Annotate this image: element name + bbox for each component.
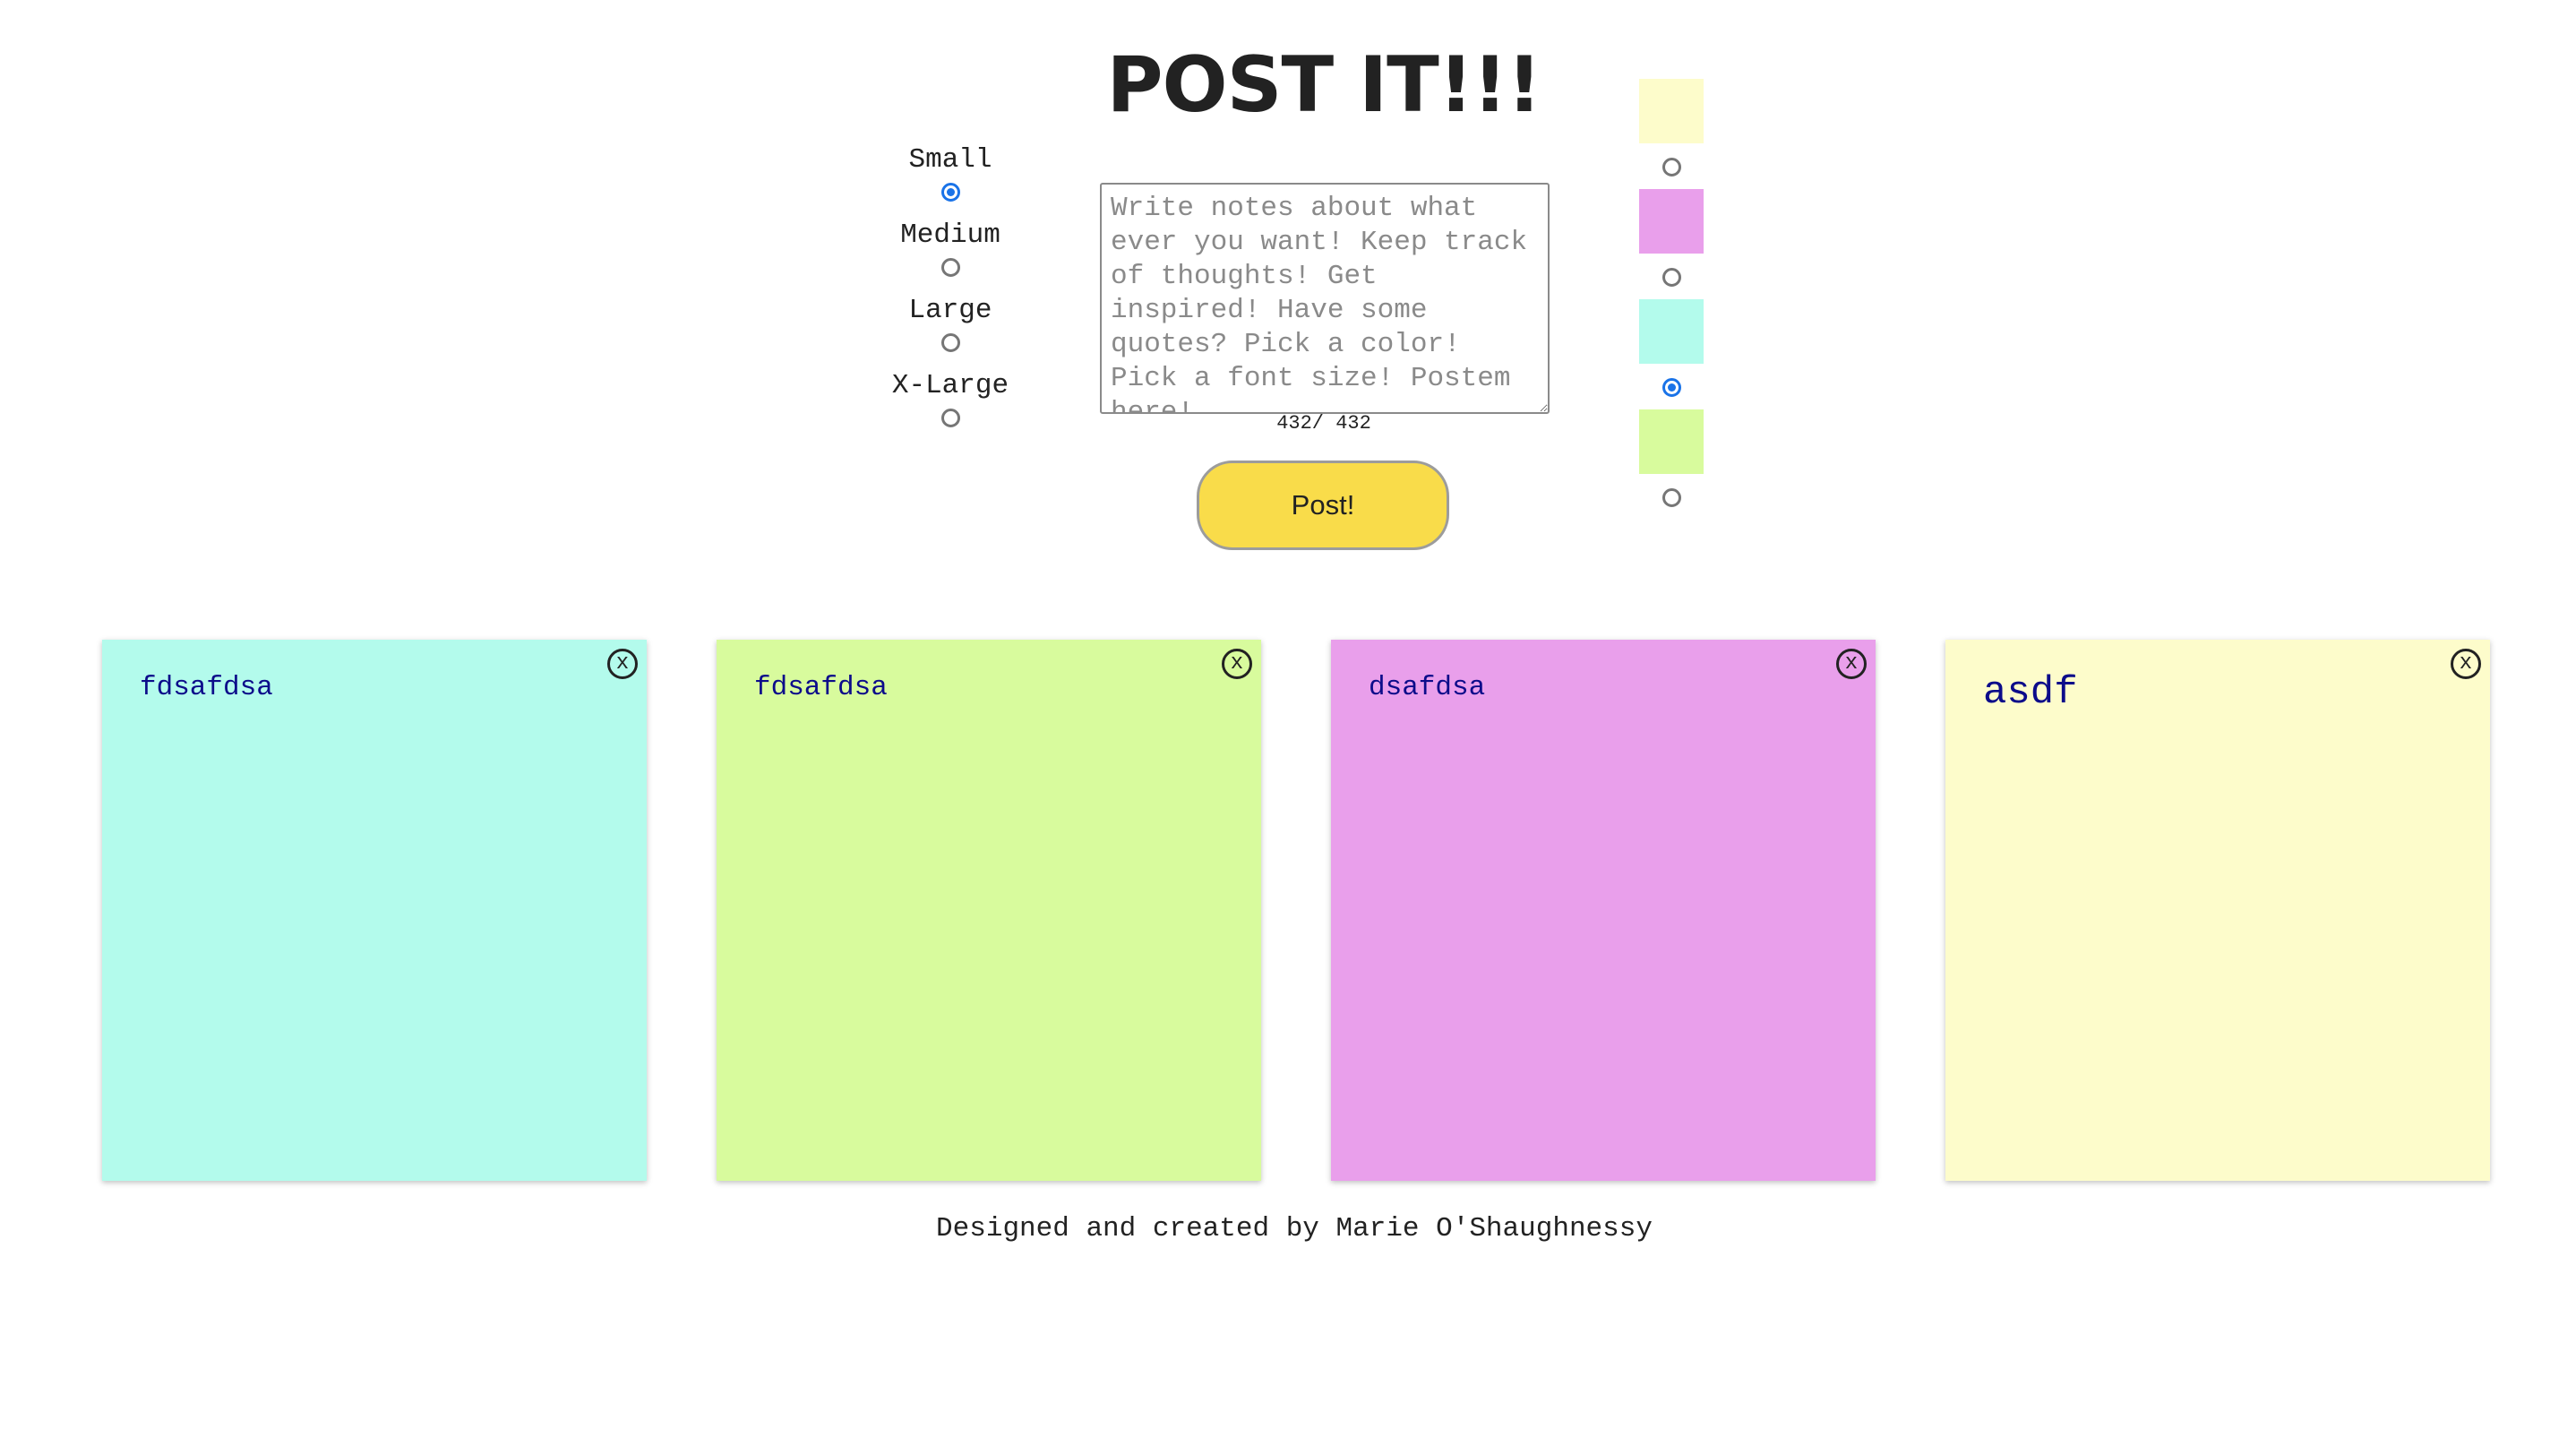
color-radio-pink[interactable] [1662, 268, 1681, 287]
size-label-small: Small [908, 144, 992, 176]
post-button[interactable]: Post! [1197, 461, 1449, 550]
sticky-note: asdf x [1945, 640, 2490, 1181]
sticky-note: dsafdsa x [1331, 640, 1876, 1181]
color-option-yellow [1636, 79, 1707, 189]
size-label-large: Large [908, 295, 992, 326]
size-option-large: Large [856, 294, 1044, 369]
notes-board: fdsafdsa x fdsafdsa x dsafdsa x asdf x [102, 640, 2490, 1186]
note-text: fdsafdsa [140, 672, 273, 703]
color-swatch-green [1639, 409, 1704, 474]
delete-note-icon[interactable]: x [2451, 649, 2481, 679]
delete-note-icon[interactable]: x [1222, 649, 1252, 679]
size-radio-medium[interactable] [940, 258, 960, 277]
color-option-pink [1636, 189, 1707, 299]
color-option-aqua [1636, 299, 1707, 409]
size-label-x-large: X-Large [891, 370, 1009, 401]
note-text: fdsafdsa [754, 672, 888, 703]
sticky-note: fdsafdsa x [102, 640, 647, 1181]
delete-note-icon[interactable]: x [1836, 649, 1867, 679]
note-text: dsafdsa [1369, 672, 1486, 703]
color-radio-green[interactable] [1662, 488, 1681, 507]
character-counter: 432/ 432 [1276, 412, 1371, 435]
page-title: POST IT!!! [1106, 40, 1541, 130]
size-radio-large[interactable] [940, 333, 960, 352]
footer-credit: Designed and created by Marie O'Shaughne… [936, 1213, 1653, 1244]
sticky-note: fdsafdsa x [717, 640, 1261, 1181]
color-option-green [1636, 409, 1707, 520]
size-option-x-large: X-Large [856, 369, 1044, 444]
size-radio-x-large[interactable] [940, 409, 960, 427]
font-size-options: Small Medium Large X-Large [856, 143, 1044, 444]
color-swatch-aqua [1639, 299, 1704, 364]
size-option-medium: Medium [856, 219, 1044, 294]
note-text: asdf [1983, 670, 2078, 715]
note-textarea[interactable] [1100, 183, 1550, 414]
color-radio-yellow[interactable] [1662, 158, 1681, 176]
size-label-medium: Medium [900, 220, 1000, 251]
color-radio-aqua[interactable] [1662, 378, 1681, 397]
color-swatch-pink [1639, 189, 1704, 254]
size-radio-small[interactable] [940, 183, 960, 202]
size-option-small: Small [856, 143, 1044, 219]
color-swatch-yellow [1639, 79, 1704, 143]
delete-note-icon[interactable]: x [607, 649, 638, 679]
color-options [1636, 79, 1707, 520]
